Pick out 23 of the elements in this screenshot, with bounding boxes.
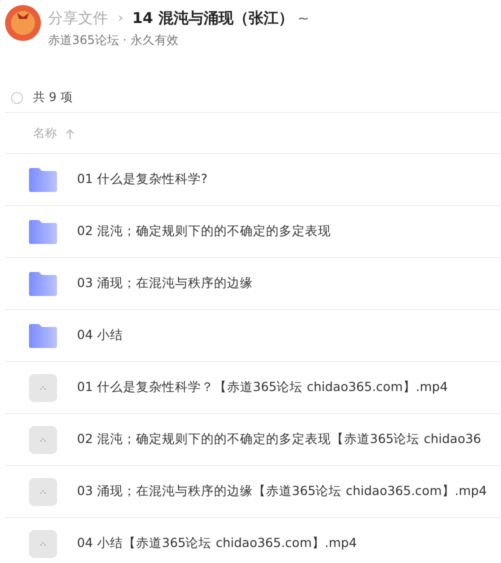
file-name[interactable]: 01 什么是复杂性科学?	[77, 171, 208, 188]
file-name[interactable]: 04 小结	[77, 327, 123, 344]
folder-icon	[29, 272, 57, 296]
share-info: 赤道365论坛 · 永久有效	[48, 32, 180, 49]
breadcrumb-separator: ›	[118, 11, 124, 26]
select-all-checkbox[interactable]	[11, 92, 23, 104]
file-thumbnail-icon	[29, 374, 57, 402]
file-name[interactable]: 03 涌现；在混沌与秩序的边缘【赤道365论坛 chidao365.com】.mp4	[77, 483, 487, 500]
folder-icon	[29, 220, 57, 244]
folder-title: 14 混沌与涌现（张江）	[132, 9, 294, 28]
file-name[interactable]: 01 什么是复杂性科学？【赤道365论坛 chidao365.com】.mp4	[77, 379, 448, 396]
file-name[interactable]: 02 混沌；确定规则下的的不确定的多定表现【赤道365论坛 chidao36	[77, 431, 482, 448]
file-name[interactable]: 02 混沌；确定规则下的的不确定的多定表现	[77, 223, 331, 240]
title-caret[interactable]: ~	[297, 10, 310, 26]
file-name[interactable]: 03 涌现；在混沌与秩序的边缘	[77, 275, 253, 292]
file-thumbnail-icon	[29, 426, 57, 454]
folder-icon	[29, 324, 57, 348]
avatar-icon	[5, 5, 41, 41]
item-count: 共 9 项	[33, 89, 72, 106]
folder-icon	[29, 168, 57, 192]
file-name[interactable]: 04 小结【赤道365论坛 chidao365.com】.mp4	[77, 535, 357, 552]
file-thumbnail-icon	[29, 478, 57, 506]
file-thumbnail-icon	[29, 530, 57, 558]
